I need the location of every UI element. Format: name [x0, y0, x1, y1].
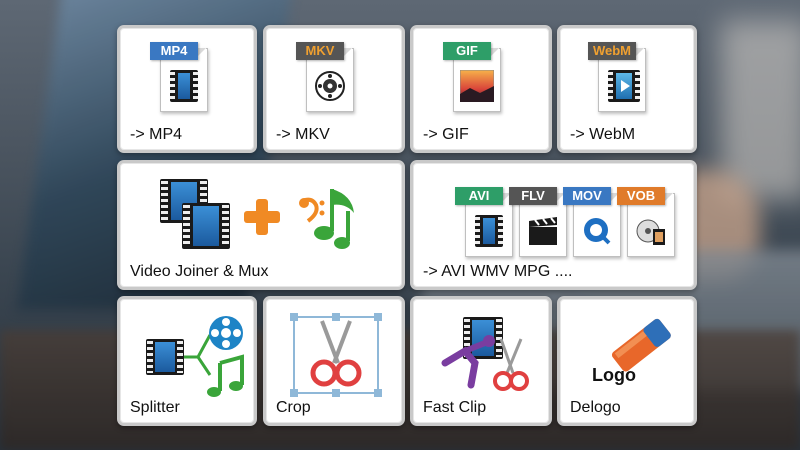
flv-file-icon: FLV [509, 187, 567, 257]
tile-fast-clip[interactable]: Fast Clip [410, 296, 552, 426]
tile-label: -> WebM [570, 126, 636, 143]
mov-badge: MOV [563, 187, 611, 205]
avi-file-icon: AVI [455, 187, 513, 257]
tile-label: Delogo [570, 399, 621, 416]
quicktime-icon [584, 218, 611, 245]
plus-icon [244, 199, 280, 235]
tile-to-mp4[interactable]: MP4 -> MP4 [117, 25, 257, 153]
webm-badge: WebM [588, 42, 636, 60]
tile-to-mkv[interactable]: MKV -> MKV [263, 25, 405, 153]
tile-label: Crop [276, 399, 311, 416]
film-play-icon [608, 70, 640, 102]
tile-video-joiner-mux[interactable]: Video Joiner & Mux [117, 160, 405, 290]
film-icon [475, 215, 503, 247]
music-notes-icon [299, 189, 354, 249]
disc-icon [315, 71, 345, 101]
mp4-badge: MP4 [150, 42, 198, 60]
film-icon [146, 339, 184, 375]
tile-delogo[interactable]: Logo Delogo [557, 296, 697, 426]
gif-file-icon: GIF [443, 42, 501, 112]
mp4-file-icon: MP4 [150, 42, 208, 112]
tile-label: Video Joiner & Mux [130, 263, 269, 280]
scissors-crop-icon [290, 313, 382, 397]
tile-to-gif[interactable]: GIF -> GIF [410, 25, 552, 153]
mkv-badge: MKV [296, 42, 344, 60]
vob-badge: VOB [617, 187, 665, 205]
avi-badge: AVI [455, 187, 503, 205]
clapperboard-icon [529, 217, 557, 245]
tile-label: -> GIF [423, 126, 469, 143]
mkv-file-icon: MKV [296, 42, 354, 112]
mov-file-icon: MOV [563, 187, 621, 257]
eraser-icon [611, 318, 671, 372]
tile-label: -> MKV [276, 126, 330, 143]
tile-label: -> MP4 [130, 126, 183, 143]
tile-to-webm[interactable]: WebM -> WebM [557, 25, 697, 153]
gif-badge: GIF [443, 42, 491, 60]
tile-label: Splitter [130, 399, 180, 416]
tile-label: Fast Clip [423, 399, 487, 416]
split-icon [184, 316, 244, 397]
sunset-image-icon [460, 70, 494, 102]
flv-badge: FLV [509, 187, 557, 205]
fast-clip-icon [441, 335, 529, 391]
tile-label: -> AVI WMV MPG .... [423, 263, 573, 280]
webm-file-icon: WebM [588, 42, 646, 112]
dvd-film-icon [636, 219, 665, 245]
tile-splitter[interactable]: Splitter [117, 296, 257, 426]
film-icon [182, 203, 230, 249]
tile-to-avi-wmv-mpg[interactable]: AVI FLV MOV VOB -> AVI WMV MPG .... [410, 160, 697, 290]
vob-file-icon: VOB [617, 187, 675, 257]
tile-crop[interactable]: Crop [263, 296, 405, 426]
film-icon [170, 70, 198, 102]
